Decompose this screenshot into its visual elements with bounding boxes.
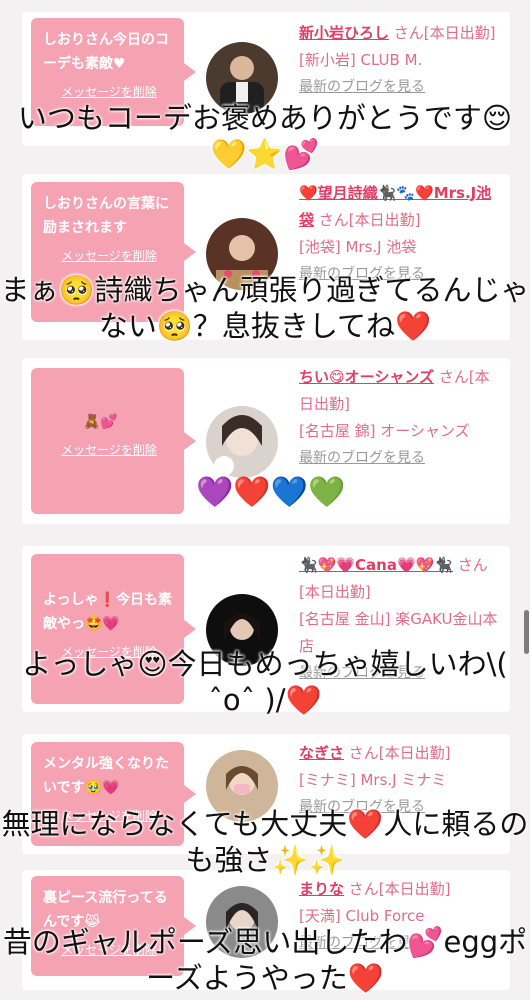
message-text: メンタル強くなりたいです🥹💗 <box>43 756 169 796</box>
person-photo-icon <box>206 218 278 290</box>
message-bubble: メンタル強くなりたいです🥹💗 メッセージを削除 <box>31 742 196 846</box>
blog-link[interactable]: 最新のブログを見る <box>299 445 499 472</box>
shop-name: [名古屋 金山] 楽GAKU金山本店 <box>299 610 498 655</box>
message-bubble: しおりさん今日のコーデも素敵♥ メッセージを削除 <box>31 18 196 126</box>
message-card: しおりさんの言葉に励まされます メッセージを削除 ❤️望月詩織🐈‍⬛🐾❤️Mrs… <box>22 174 510 340</box>
shop-name: [新小岩] CLUB M. <box>299 51 423 69</box>
avatar[interactable] <box>206 594 278 666</box>
cast-info: なぎさ さん[本日出勤] [ミナミ] Mrs.J ミナミ 最新のブログを見る <box>299 740 499 821</box>
shop-name: [池袋] Mrs.J 池袋 <box>299 238 417 256</box>
person-photo-icon <box>206 886 278 958</box>
message-feed: しおりさん今日のコーデも素敵♥ メッセージを削除 新小岩ひろし さん[本日出勤]… <box>0 0 530 1000</box>
cast-status: さん[本日出勤] <box>348 880 451 898</box>
blog-link[interactable]: 最新のブログを見る <box>299 930 499 957</box>
cast-info: 新小岩ひろし さん[本日出勤] [新小岩] CLUB M. 最新のブログを見る <box>299 20 499 101</box>
delete-message-link[interactable]: メッセージを削除 <box>43 938 175 962</box>
message-text: よっしゃ❗今日も素敵やっ🤩💗 <box>43 592 173 632</box>
blog-link[interactable]: 最新のブログを見る <box>299 261 499 288</box>
message-card: メンタル強くなりたいです🥹💗 メッセージを削除 なぎさ さん[本日出勤] [ミナ… <box>22 734 510 854</box>
message-text: 裏ピース流行ってるんです😹 <box>43 890 168 930</box>
message-bubble: 裏ピース流行ってるんです😹 メッセージを削除 <box>31 876 196 976</box>
person-photo-icon <box>206 750 278 822</box>
cast-info: まりな さん[本日出勤] [天満] Club Force 最新のブログを見る <box>299 876 499 957</box>
delete-message-link[interactable]: メッセージを削除 <box>43 80 175 104</box>
message-bubble: よっしゃ❗今日も素敵やっ🤩💗 メッセージを削除 <box>31 554 196 704</box>
avatar[interactable] <box>206 750 278 822</box>
blog-link[interactable]: 最新のブログを見る <box>299 660 499 687</box>
scrollbar[interactable] <box>524 610 529 654</box>
message-text: しおりさんの言葉に励まされます <box>43 196 169 236</box>
delete-message-link[interactable]: メッセージを削除 <box>43 640 175 664</box>
avatar[interactable] <box>206 42 278 114</box>
avatar[interactable] <box>206 218 278 290</box>
blog-link[interactable]: 最新のブログを見る <box>299 74 499 101</box>
cast-status: さん[本日出勤] <box>393 24 496 42</box>
message-bubble: しおりさんの言葉に励まされます メッセージを削除 <box>31 182 196 322</box>
cast-name-link[interactable]: まりな <box>299 880 344 898</box>
cast-info: 🐈‍⬛💖💗Cana💗💖🐈‍⬛ さん[本日出勤] [名古屋 金山] 楽GAKU金山… <box>299 552 499 687</box>
shop-name: [ミナミ] Mrs.J ミナミ <box>299 771 447 789</box>
message-text: 🧸💕 <box>83 414 118 430</box>
overlay-caption: 💜❤️💙💚 <box>196 475 346 510</box>
delete-message-link[interactable]: メッセージを削除 <box>43 438 175 462</box>
person-photo-icon <box>206 594 278 666</box>
message-card: しおりさん今日のコーデも素敵♥ メッセージを削除 新小岩ひろし さん[本日出勤]… <box>22 12 510 146</box>
person-photo-icon <box>206 42 278 114</box>
cast-name-link[interactable]: なぎさ <box>299 744 344 762</box>
person-photo-icon <box>206 406 278 478</box>
message-card: 裏ピース流行ってるんです😹 メッセージを削除 まりな さん[本日出勤] [天満]… <box>22 870 510 990</box>
cast-info: ❤️望月詩織🐈‍⬛🐾❤️Mrs.J池袋 さん[本日出勤] [池袋] Mrs.J … <box>299 180 499 288</box>
delete-message-link[interactable]: メッセージを削除 <box>43 244 175 268</box>
message-bubble: 🧸💕 メッセージを削除 <box>31 368 196 514</box>
avatar[interactable] <box>206 886 278 958</box>
cast-name-link[interactable]: 新小岩ひろし <box>299 24 389 42</box>
cast-name-link[interactable]: 🐈‍⬛💖💗Cana💗💖🐈‍⬛ <box>299 556 453 574</box>
delete-message-link[interactable]: メッセージを削除 <box>43 804 175 828</box>
shop-name: [天満] Club Force <box>299 907 425 925</box>
cast-status: さん[本日出勤] <box>348 744 451 762</box>
cast-status: さん[本日出勤] <box>318 211 421 229</box>
cast-info: ちい😋オーシャンズ さん[本日出勤] [名古屋 錦] オーシャンズ 最新のブログ… <box>299 364 499 472</box>
avatar[interactable] <box>206 406 278 478</box>
message-card: よっしゃ❗今日も素敵やっ🤩💗 メッセージを削除 🐈‍⬛💖💗Cana💗💖🐈‍⬛ さ… <box>22 546 510 712</box>
blog-link[interactable]: 最新のブログを見る <box>299 794 499 821</box>
message-text: しおりさん今日のコーデも素敵♥ <box>43 32 169 72</box>
cast-name-link[interactable]: ちい😋オーシャンズ <box>299 368 434 386</box>
shop-name: [名古屋 錦] オーシャンズ <box>299 422 470 440</box>
